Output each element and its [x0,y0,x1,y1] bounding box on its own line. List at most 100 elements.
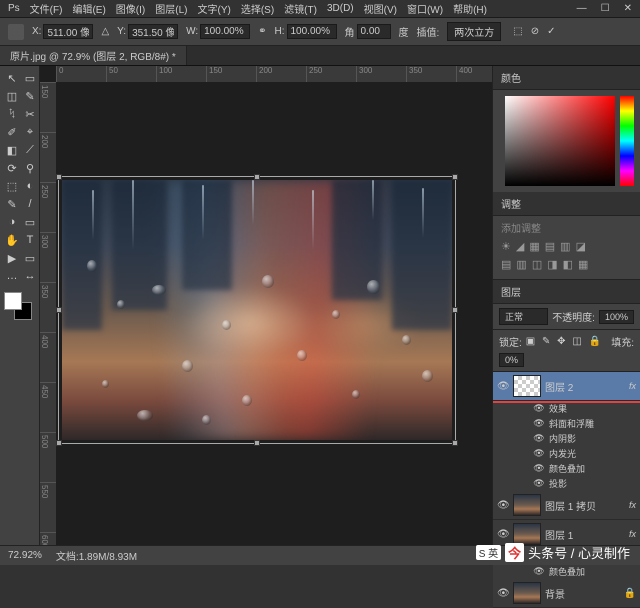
w-input[interactable] [200,24,250,39]
layer-effect[interactable]: 👁颜色叠加 [493,461,640,476]
layer-thumbnail[interactable] [513,375,541,397]
warp-icon[interactable]: ⬚ [513,26,522,37]
type-tool[interactable]: ▭ [22,214,38,230]
fx-badge[interactable]: fx [629,500,636,510]
canvas[interactable] [62,180,452,440]
layer-row[interactable]: 👁 图层 2 fx [493,372,640,401]
layer-row[interactable]: 👁 背景 🔒 [493,579,640,608]
adj-icon[interactable]: ▥ [560,240,570,253]
gradient-tool[interactable]: ◐ [22,178,38,194]
layer-effect[interactable]: 👁内发光 [493,446,640,461]
switch-colors-icon[interactable]: ↔ [22,268,38,284]
interp-dropdown[interactable]: 两次立方 [447,22,501,41]
path-tool[interactable]: ✋ [4,232,20,248]
document-tab[interactable]: 原片.jpg @ 72.9% (图层 2, RGB/8#) * [0,46,187,65]
layer-name[interactable]: 图层 2 [545,379,625,394]
adj-icon[interactable]: ◨ [547,258,557,271]
commit-icon[interactable]: ✓ [547,26,555,37]
layer-effect[interactable]: 👁颜色叠加 [493,564,640,579]
zoom-readout[interactable]: 72.92% [8,550,42,561]
lock-icons[interactable]: ▣ ✎ ✥ ◫ 🔒 [526,336,603,347]
visibility-icon[interactable]: 👁 [497,529,509,540]
adj-icon[interactable]: ▥ [516,258,526,271]
layer-name[interactable]: 背景 [545,586,620,601]
angle-input[interactable] [357,24,391,39]
blend-mode-dropdown[interactable]: 正常 [499,308,548,325]
menu-item[interactable]: 图像(I) [116,1,145,16]
adj-icon[interactable]: ◧ [563,258,573,271]
visibility-icon[interactable]: 👁 [497,381,509,392]
adj-icon[interactable]: ◫ [532,258,542,271]
eraser-tool[interactable]: ⬚ [4,178,20,194]
wand-tool[interactable]: ᛪ [4,106,20,122]
minimize-icon[interactable]: — [577,3,587,14]
fx-badge[interactable]: fx [629,529,636,539]
hand-tool[interactable]: ▶ [4,250,20,266]
hue-slider[interactable] [620,96,634,186]
h-input[interactable] [287,24,337,39]
adj-icon[interactable]: ▤ [545,240,555,253]
cancel-icon[interactable]: ⊘ [531,26,539,37]
layer-effect[interactable]: 👁投影 [493,476,640,491]
adjust-panel-tab[interactable]: 调整 [493,192,640,216]
link-wh-icon[interactable]: ⚭ [258,26,266,37]
adj-icon[interactable]: ◢ [516,240,524,253]
opacity-input[interactable]: 100% [599,310,634,324]
menu-item[interactable]: 选择(S) [241,1,274,16]
color-swatch[interactable] [4,292,32,320]
history-brush-tool[interactable]: ⚲ [22,160,38,176]
color-picker[interactable] [505,96,615,186]
layer-thumbnail[interactable] [513,523,541,545]
layer-effect[interactable]: 👁效果 [493,401,640,416]
layers-tab[interactable]: 图层 [493,280,640,304]
docsize-readout[interactable]: 文档:1.89M/8.93M [56,548,137,563]
stamp-tool[interactable]: ⟳ [4,160,20,176]
visibility-icon[interactable]: 👁 [497,588,509,599]
fg-color[interactable] [4,292,22,310]
color-panel-tab[interactable]: 颜色 [493,66,640,90]
menu-item[interactable]: 滤镜(T) [284,1,317,16]
eyedropper-tool[interactable]: ⌖ [22,124,38,140]
adj-icon[interactable]: ☀ [501,240,511,253]
menu-item[interactable]: 文件(F) [30,1,63,16]
dodge-tool[interactable]: / [22,196,38,212]
zoom-tool[interactable]: ▭ [22,250,38,266]
frame-tool[interactable]: ✐ [4,124,20,140]
layer-row[interactable]: 👁 图层 1 拷贝 fx [493,491,640,520]
lasso-tool[interactable]: ✎ [22,88,38,104]
close-icon[interactable]: ✕ [624,3,632,14]
layer-name[interactable]: 图层 1 拷贝 [545,498,625,513]
heal-tool[interactable]: ◧ [4,142,20,158]
adj-icon[interactable]: ▤ [501,258,511,271]
adj-icon[interactable]: ▦ [529,240,539,253]
canvas-area[interactable]: 0501001502002503003504004505005506006507… [40,66,492,545]
fx-badge[interactable]: fx [629,381,636,391]
pen-tool[interactable]: ◑ [4,214,20,230]
maximize-icon[interactable]: ☐ [601,3,610,14]
x-input[interactable] [43,24,93,39]
link-xy-icon[interactable]: △ [101,26,109,37]
layer-name[interactable]: 图层 1 [545,527,625,542]
marquee-tool[interactable]: ▭ [22,70,38,86]
brush-tool[interactable]: ⟋ [22,142,38,158]
menu-item[interactable]: 3D(D) [327,3,354,14]
shape-tool[interactable]: T [22,232,38,248]
visibility-icon[interactable]: 👁 [497,500,509,511]
layer-thumbnail[interactable] [513,494,541,516]
adj-icon[interactable]: ▦ [578,258,588,271]
y-input[interactable] [128,24,178,39]
edit-toolbar[interactable]: … [4,268,20,284]
layer-effect[interactable]: 👁内阴影 [493,431,640,446]
fill-input[interactable]: 0% [499,353,524,367]
blur-tool[interactable]: ✎ [4,196,20,212]
layer-effect[interactable]: 👁斜面和浮雕 [493,416,640,431]
layer-thumbnail[interactable] [513,582,541,604]
menu-item[interactable]: 视图(V) [364,1,397,16]
move-tool[interactable]: ↖ [4,70,20,86]
crop-tool[interactable]: ✂ [22,106,38,122]
artboard-tool[interactable]: ◫ [4,88,20,104]
menu-item[interactable]: 窗口(W) [407,1,443,16]
adj-icon[interactable]: ◪ [576,240,586,253]
menu-item[interactable]: 帮助(H) [453,1,487,16]
menu-item[interactable]: 文字(Y) [197,1,230,16]
